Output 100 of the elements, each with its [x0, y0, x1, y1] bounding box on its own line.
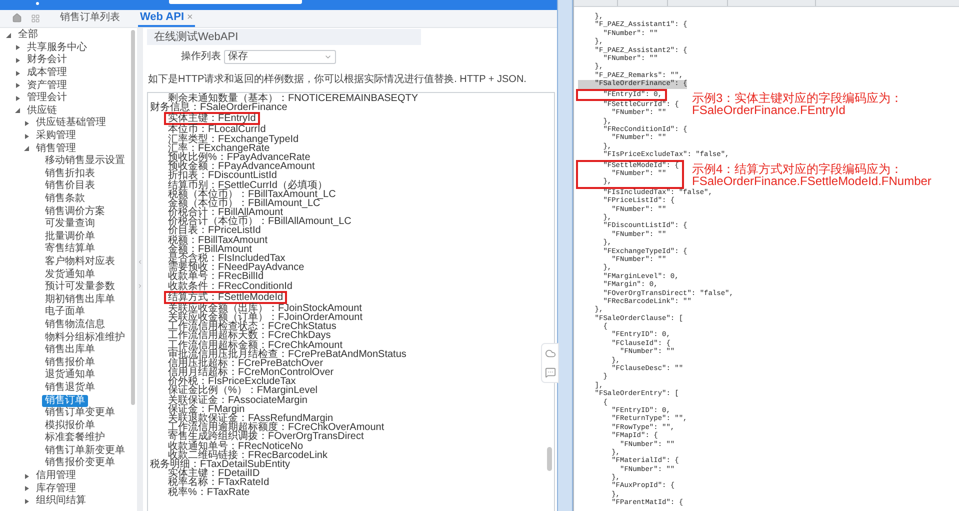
panel-title: 在线测试WebAPI [154, 30, 238, 45]
cloud-icon[interactable] [544, 348, 556, 359]
tree-item[interactable]: 共享服务中心 [24, 42, 90, 54]
tree-item[interactable]: 批量调价单 [42, 230, 98, 243]
field-label: 操作列表 [181, 50, 221, 64]
field-line: 税率%：FTaxRate [168, 488, 250, 497]
scrollbar-thumb[interactable] [131, 30, 135, 405]
annotation-text: FSaleOrderFinance.FEntryId [692, 104, 846, 116]
field-line: 财务信息：FSaleOrderFinance [150, 103, 288, 112]
tree-item[interactable]: 可发量查询 [42, 218, 98, 230]
tree-item[interactable]: 组织间结算 [33, 495, 89, 508]
tree-item[interactable]: 物料分组标准维护 [42, 332, 128, 344]
tree-item[interactable]: 销售订单新变更单 [42, 444, 128, 457]
caret-icon[interactable] [15, 108, 20, 114]
tree-item[interactable]: 库存管理 [33, 482, 79, 495]
tree-item[interactable]: 供应链 [24, 104, 60, 117]
tree-item[interactable]: 采购管理 [33, 130, 79, 142]
field-line: 税额：FBillTaxAmount [168, 236, 268, 245]
tree-item[interactable]: 销售调价方案 [42, 206, 108, 218]
tree-item[interactable]: 退货通知单 [42, 369, 98, 382]
field-line: 税率名称：FTaxRateId [168, 478, 270, 488]
tree-item[interactable]: 销售物流信息 [42, 318, 108, 331]
caret-icon[interactable] [15, 96, 20, 101]
tree-item[interactable]: 销售报价变更单 [42, 457, 118, 470]
tab[interactable]: Web API × [138, 9, 195, 27]
field-line: 信用压批超标：FCrePreBatchOver [168, 358, 324, 368]
tree-item[interactable]: 电子面单 [42, 306, 88, 318]
caret-icon[interactable] [24, 120, 29, 126]
field-line: 预收金额：FPayAdvanceAmount [168, 162, 315, 172]
tree-item[interactable]: 销售退货单 [42, 382, 98, 394]
tree-item[interactable]: 销售条款 [42, 193, 88, 206]
field-line: 收款通知单号：FRecNoticeNo [168, 442, 304, 451]
caret-icon[interactable] [24, 146, 29, 152]
field-line: 关联应收金额（出库）：FJoinStockAmount [168, 304, 362, 313]
tree-item[interactable]: 移动销售显示设置 [42, 155, 128, 168]
scrollbar-thumb[interactable] [547, 447, 552, 471]
chat-icon[interactable] [544, 367, 556, 378]
annotation-text: FSaleOrderFinance.FSettleModeId.FNumber [692, 174, 932, 187]
field-line: 预收比例%：FPayAdvanceRate [168, 152, 310, 162]
tree-item[interactable]: 信用管理 [33, 470, 79, 482]
tree-item[interactable]: 供应链基础管理 [33, 117, 109, 130]
caret-icon[interactable] [15, 70, 20, 76]
caret-icon[interactable] [24, 498, 29, 504]
field-line: 关联保证金：FAssociateMargin [168, 396, 308, 405]
tab[interactable]: 销售订单列表 [60, 9, 120, 27]
tree-item[interactable]: 财务会计 [24, 54, 70, 66]
tree-item[interactable]: 销售价目表 [42, 180, 98, 192]
field-line: 保证金：FMargin [168, 404, 245, 414]
field-line: 收款条件：FRecConditionId [168, 282, 292, 291]
description-text: 如下是HTTP请求和返回的样例数据，你可以根据实际情况进行值替换. HTTP + JSON. [148, 74, 526, 85]
field-line: 保证金比例（%）：FMarginLevel [168, 386, 318, 396]
annotation-text: 示例3：实体主键对应的字段编码应为： [692, 92, 903, 104]
field-line: 价税合计（本位币）：FBillAllAmount_LC [168, 217, 352, 226]
caret-icon[interactable] [24, 486, 29, 492]
field-line: 需要预收：FNeedPayAdvance [168, 263, 304, 272]
tree-item[interactable]: 销售出库单 [42, 344, 98, 356]
field-line: 汇率：FExchangeRate [168, 144, 270, 153]
field-line: 收款二维码链接：FRecBarcodeLink [168, 450, 328, 460]
tree-item[interactable]: 全部 [15, 29, 41, 42]
field-line: 剩余未通知数量（基本）：FNOTICEREMAINBASEQTY [168, 94, 418, 104]
tree-item[interactable]: 管理会计 [24, 92, 70, 104]
tree-item[interactable]: 模拟报价单 [42, 420, 98, 432]
caret-icon[interactable] [15, 58, 20, 63]
field-line: 实体主键：FDetailID [168, 469, 260, 478]
field-line: 税务明细：FTaxDetailSubEntity [150, 460, 290, 470]
tree-item[interactable]: 期初销售出库单 [42, 294, 118, 306]
caret-icon[interactable] [6, 32, 11, 38]
tree-item[interactable]: 销售订单 [42, 394, 88, 407]
field-line: 税额（本位币）：FBillTaxAmount_LC [168, 190, 336, 199]
tree-item[interactable]: 资产管理 [24, 80, 70, 92]
field-line: 工作流信用检查状态：FCreChkStatus [168, 322, 336, 332]
field-line: 信用月结超标：FCreMonControlOver [168, 368, 334, 378]
caret-icon[interactable] [15, 45, 20, 50]
tree-item[interactable]: 销售管理 [33, 142, 79, 155]
field-line: 审批流信用压批月结检查：FCrePreBatAndMonStatus [168, 350, 406, 359]
search-field[interactable] [169, 0, 302, 4]
field-line: 是否含税：FIsIncludedTax [168, 254, 286, 264]
field-line: 工作流信用超标金额：FCreChkAmount [168, 340, 342, 350]
operation-select[interactable]: 保存 [224, 50, 336, 64]
field-line: 汇率类型：FExchangeTypeId [168, 134, 299, 144]
tree-item[interactable]: 标准套餐维护 [42, 432, 108, 444]
caret-icon[interactable] [24, 474, 29, 479]
field-line: 金额（本位币）：FBillAmount_LC [168, 198, 320, 208]
tree-item[interactable]: 销售订单变更单 [42, 407, 118, 420]
field-line: 折扣表：FDiscountListId [168, 171, 277, 181]
tree-item[interactable]: 销售报价单 [42, 356, 98, 369]
tree-item[interactable]: 成本管理 [24, 67, 70, 80]
tree-item[interactable]: 客户物料对应表 [42, 256, 118, 268]
tree-item[interactable]: 销售折扣表 [42, 168, 98, 180]
tree-item[interactable]: 寄售结算单 [42, 243, 98, 256]
home-icon[interactable] [12, 13, 22, 23]
field-line: 寄售生成跨组织调拨：FOverOrgTransDirect [168, 432, 364, 442]
caret-icon[interactable] [15, 83, 20, 88]
field-line: 收款单号：FRecBillId [168, 272, 264, 282]
tree-item[interactable]: 预计可发量参数 [42, 281, 118, 294]
field-line: 工作流信用超标天数：FCreChkDays [168, 331, 331, 341]
field-line: 关联退款保证金：FAssRefundMargin [168, 414, 334, 424]
caret-icon[interactable] [24, 134, 29, 139]
tree-item[interactable]: 发货通知单 [42, 268, 98, 281]
field-line: 价目表：FPriceListId [168, 226, 261, 236]
